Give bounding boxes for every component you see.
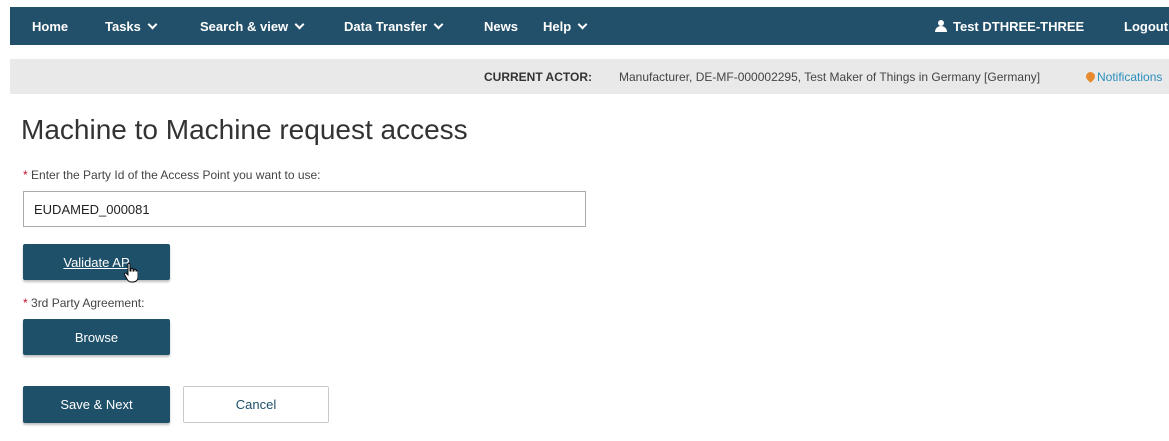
logout-link[interactable]: Logout — [1124, 7, 1168, 45]
party-id-input[interactable] — [23, 191, 586, 227]
user-menu[interactable]: Test DTHREE-THREE — [935, 7, 1084, 45]
validate-ap-label: Validate AP — [63, 254, 130, 270]
current-actor-value: Manufacturer, DE-MF-000002295, Test Make… — [619, 70, 1041, 84]
agreement-label: * 3rd Party Agreement: — [23, 296, 144, 310]
nav-help[interactable]: Help — [543, 7, 588, 45]
notification-icon — [1084, 70, 1097, 83]
nav-tasks[interactable]: Tasks — [105, 7, 158, 45]
user-name: Test DTHREE-THREE — [953, 18, 1085, 34]
required-marker: * — [23, 168, 28, 182]
nav-news[interactable]: News — [484, 7, 518, 45]
browse-button[interactable]: Browse — [23, 319, 170, 355]
user-icon — [935, 20, 947, 32]
agreement-label-text: 3rd Party Agreement: — [31, 296, 145, 310]
save-next-label: Save & Next — [60, 397, 133, 412]
chevron-down-icon — [147, 19, 158, 29]
logout-label: Logout — [1124, 18, 1169, 34]
page-title: Machine to Machine request access — [21, 114, 468, 145]
nav-tasks-label: Tasks — [105, 18, 141, 34]
notifications-label: Notifications — [1097, 70, 1163, 84]
nav-home[interactable]: Home — [32, 7, 68, 45]
chevron-down-icon — [294, 19, 305, 29]
save-next-button[interactable]: Save & Next — [23, 386, 170, 423]
party-id-label: * Enter the Party Id of the Access Point… — [23, 168, 321, 182]
nav-search-view-label: Search & view — [200, 18, 289, 34]
nav-data-transfer[interactable]: Data Transfer — [344, 7, 444, 45]
nav-news-label: News — [484, 18, 518, 34]
hand-cursor-icon — [124, 263, 138, 283]
party-id-label-text: Enter the Party Id of the Access Point y… — [31, 168, 321, 182]
cancel-button[interactable]: Cancel — [183, 386, 329, 423]
cancel-label: Cancel — [235, 397, 277, 412]
current-actor-bar: CURRENT ACTOR: Manufacturer, DE-MF-00000… — [10, 59, 1169, 94]
chevron-down-icon — [577, 19, 588, 29]
validate-ap-button[interactable]: Validate AP — [23, 244, 170, 280]
nav-home-label: Home — [32, 18, 69, 34]
nav-help-label: Help — [543, 18, 572, 34]
nav-data-transfer-label: Data Transfer — [344, 18, 428, 34]
notifications-link[interactable]: Notifications — [1084, 70, 1163, 84]
required-marker: * — [23, 296, 28, 310]
top-navbar: Home Tasks Search & view Data Transfer N… — [10, 7, 1169, 45]
chevron-down-icon — [433, 19, 444, 29]
browse-label: Browse — [74, 329, 119, 345]
current-actor-label: CURRENT ACTOR: — [484, 70, 592, 84]
nav-search-view[interactable]: Search & view — [200, 7, 305, 45]
